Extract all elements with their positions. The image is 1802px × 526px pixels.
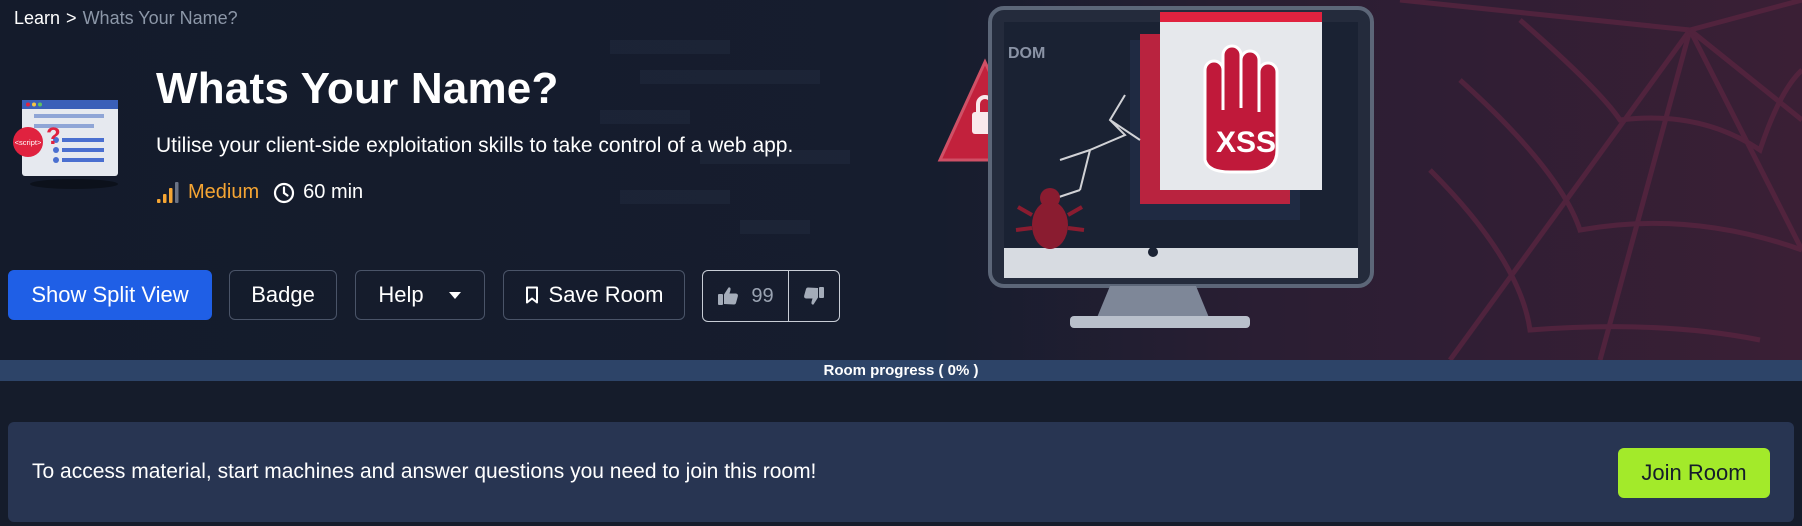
monitor-illustration: DOM XSS (988, 6, 1374, 328)
room-icon: ? <script> (13, 100, 118, 189)
badge-button[interactable]: Badge (229, 270, 337, 320)
room-progress-bar: Room progress ( 0% ) (0, 360, 1802, 381)
bookmark-icon (525, 286, 538, 304)
save-room-button[interactable]: Save Room (503, 270, 685, 320)
downvote-button[interactable] (789, 271, 839, 321)
svg-text:<script>: <script> (15, 138, 42, 147)
show-split-view-label: Show Split View (31, 282, 189, 307)
svg-text:DOM: DOM (1008, 45, 1045, 62)
difficulty-label: Medium (188, 181, 260, 203)
join-room-message: To access material, start machines and a… (32, 460, 817, 483)
join-room-button[interactable]: Join Room (1618, 448, 1770, 498)
breadcrumb: Learn > Whats Your Name? (14, 8, 238, 29)
room-description: Utilise your client-side exploitation sk… (156, 134, 794, 157)
breadcrumb-current: Whats Your Name? (82, 8, 238, 28)
room-progress-label: Room progress ( 0% ) (823, 362, 979, 379)
join-room-banner: To access material, start machines and a… (8, 422, 1794, 522)
upvote-count: 99 (751, 284, 774, 307)
duration-label: 60 min (303, 181, 364, 203)
thumbs-down-icon (804, 287, 824, 305)
help-dropdown-button[interactable]: Help (355, 270, 485, 320)
join-room-label: Join Room (1641, 460, 1747, 485)
room-header: DOM XSS Learn > Whats Your Name? ? <scri… (0, 0, 1802, 360)
room-meta: Medium 60 min (156, 181, 363, 204)
duration-indicator: 60 min (273, 181, 363, 204)
breadcrumb-separator: > (66, 8, 77, 28)
svg-text:?: ? (46, 123, 61, 150)
thumbs-up-icon (718, 287, 739, 305)
breadcrumb-learn-link[interactable]: Learn (14, 8, 60, 29)
upvote-button[interactable]: 99 (703, 271, 789, 321)
difficulty-indicator: Medium (156, 181, 259, 204)
vote-group: 99 (702, 270, 840, 322)
save-room-label: Save Room (548, 282, 664, 307)
svg-text:XSS: XSS (1216, 126, 1276, 159)
badge-label: Badge (251, 282, 315, 307)
signal-bars-icon (157, 181, 179, 203)
caret-down-icon (448, 291, 461, 299)
show-split-view-button[interactable]: Show Split View (8, 270, 212, 320)
help-label: Help (378, 282, 424, 307)
room-title: Whats Your Name? (156, 64, 559, 113)
clock-icon (274, 182, 295, 203)
